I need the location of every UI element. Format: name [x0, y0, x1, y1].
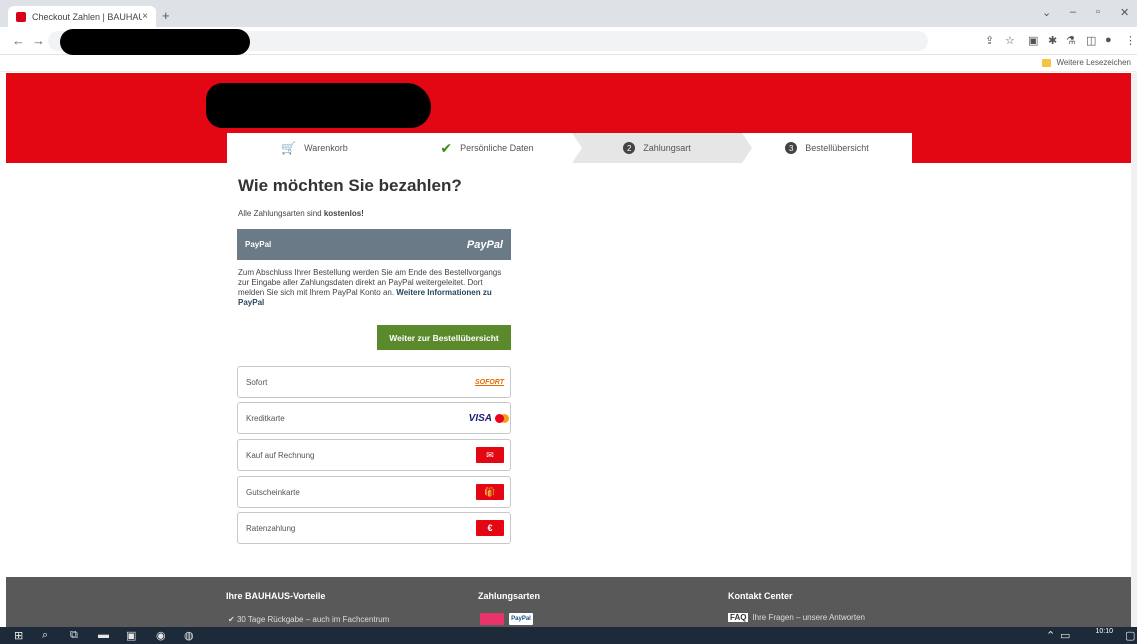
subline-bold: kostenlos! [323, 209, 364, 218]
option-label: Kreditkarte [246, 413, 285, 423]
step-label: Bestellübersicht [805, 143, 869, 153]
taskbar-clock[interactable]: 10:10 [1095, 628, 1113, 636]
continue-to-summary-button[interactable]: Weiter zur Bestellübersicht [377, 325, 511, 350]
step-warenkorb[interactable]: 🛒 Warenkorb [227, 133, 412, 163]
minimize-icon[interactable]: – [1070, 6, 1076, 18]
paypal-badge-icon: PayPal [509, 613, 533, 625]
clock-time: 10:10 [1095, 628, 1113, 635]
windows-taskbar: ⊞ ⌕ ⧉ ▬ ▣ ◉ ◍ ⌃ ▭ 10:10 ▢ [0, 627, 1137, 644]
gift-card-icon: 🎁 [476, 484, 504, 500]
step-arrow [402, 133, 412, 163]
faq-text: Ihre Fragen – unsere Antworten [752, 613, 865, 622]
step-persoenliche-daten[interactable]: ✔ Persönliche Daten [402, 133, 582, 163]
step-arrow [742, 133, 752, 163]
payment-option-kreditkarte[interactable]: Kreditkarte VISA [237, 402, 511, 434]
visa-mastercard-icon: VISA [469, 410, 504, 426]
share-icon[interactable]: ⇪ [985, 34, 994, 47]
option-label: Ratenzahlung [246, 523, 296, 533]
subline-text: Alle Zahlungsarten sind [238, 209, 324, 218]
extensions-puzzle-icon[interactable]: ✱ [1048, 34, 1057, 47]
installment-euro-icon: € [476, 520, 504, 536]
payment-option-ratenzahlung[interactable]: Ratenzahlung € [237, 512, 511, 544]
step-number: 3 [785, 142, 798, 154]
browser-toolbar: ← → ⇪ ☆ ▣ ✱ ⚗ ◫ ● ⋮ [0, 27, 1137, 55]
bookmark-star-icon[interactable]: ☆ [1005, 34, 1015, 47]
tab-title: Checkout Zahlen | BAUHAUS [32, 11, 143, 22]
sofort-logo-icon: SOFORT [474, 378, 504, 386]
lab-icon[interactable]: ⚗ [1066, 34, 1076, 47]
search-icon[interactable]: ⌕ [42, 629, 48, 642]
tab-close-icon[interactable]: × [142, 11, 148, 22]
edge-icon[interactable]: ◉ [156, 629, 166, 642]
close-window-icon[interactable]: ✕ [1120, 6, 1129, 19]
paypal-description: Zum Abschluss Ihrer Bestellung werden Si… [238, 268, 510, 308]
step-bestelluebersicht: 3 Bestellübersicht [742, 133, 912, 163]
checkout-stepper: 🛒 Warenkorb ✔ Persönliche Daten 2 Zahlun… [227, 133, 912, 163]
extension-icon[interactable]: ▣ [1028, 34, 1038, 47]
option-label: Gutscheinkarte [246, 487, 300, 497]
folder-icon [1042, 58, 1052, 67]
step-arrow [572, 133, 582, 163]
forward-icon[interactable]: → [32, 33, 45, 48]
payment-option-sofort[interactable]: Sofort SOFORT [237, 366, 511, 398]
site-footer: Ihre BAUHAUS-Vorteile ✔ 30 Tage Rückgabe… [6, 577, 1134, 627]
step-label: Persönliche Daten [460, 143, 534, 153]
footer-heading-payment: Zahlungsarten [478, 591, 541, 601]
browser-tab-bar: Checkout Zahlen | BAUHAUS × + ⌄ – ▫ ✕ [0, 0, 1137, 27]
back-icon[interactable]: ← [12, 33, 25, 48]
footer-heading-advantages: Ihre BAUHAUS-Vorteile [226, 591, 326, 601]
redacted-url [60, 29, 250, 55]
advantage-text: 30 Tage Rückgabe – auch im Fachcentrum [236, 615, 390, 624]
network-icon[interactable]: ▭ [1060, 629, 1070, 642]
invoice-envelope-icon: ✉ [476, 447, 504, 463]
menu-dots-icon[interactable]: ⋮ [1125, 34, 1136, 47]
chrome-icon[interactable]: ◍ [184, 629, 194, 642]
notification-icon[interactable]: ▢ [1125, 629, 1135, 642]
system-tray-icon[interactable]: ⌃ [1046, 629, 1055, 642]
new-tab-button[interactable]: + [162, 8, 170, 23]
page-scrollbar[interactable] [1131, 73, 1137, 627]
browser-tab[interactable]: Checkout Zahlen | BAUHAUS × [8, 6, 156, 27]
page-title: Wie möchten Sie bezahlen? [238, 176, 462, 195]
visa-text: VISA [468, 412, 492, 424]
teams-icon[interactable]: ▣ [126, 629, 136, 642]
task-view-icon[interactable]: ⧉ [70, 629, 78, 642]
cart-icon: 🛒 [281, 141, 297, 155]
check-icon: ✔ [440, 139, 453, 156]
step-label: Zahlungsart [643, 143, 691, 153]
footer-advantage-item: ✔ 30 Tage Rückgabe – auch im Fachcentrum [228, 615, 390, 624]
paypal-option-selected[interactable]: PayPal PayPal [237, 229, 511, 260]
payment-option-rechnung[interactable]: Kauf auf Rechnung ✉ [237, 439, 511, 471]
option-label: Sofort [246, 377, 268, 387]
footer-heading-contact: Kontakt Center [728, 591, 793, 601]
payment-option-gutscheinkarte[interactable]: Gutscheinkarte 🎁 [237, 476, 511, 508]
faq-link[interactable]: FAQ Ihre Fragen – unsere Antworten [728, 613, 865, 622]
paypal-logo-icon: PayPal [467, 239, 503, 251]
bauhaus-favicon-icon [16, 11, 26, 22]
faq-icon: FAQ [728, 613, 749, 622]
tab-search-icon[interactable]: ⌄ [1042, 6, 1051, 19]
step-number: 2 [623, 142, 636, 154]
paypal-label: PayPal [245, 240, 272, 249]
mastercard-icon [495, 413, 504, 423]
bookmark-label: Weitere Lesezeichen [1056, 58, 1131, 67]
bookmark-folder[interactable]: Weitere Lesezeichen [1042, 58, 1131, 67]
file-explorer-icon[interactable]: ▬ [98, 629, 109, 641]
address-bar[interactable] [48, 29, 928, 55]
payment-free-note: Alle Zahlungsarten sind kostenlos! [238, 209, 364, 218]
step-zahlungsart: 2 Zahlungsart [572, 133, 752, 163]
windows-start-icon[interactable]: ⊞ [14, 629, 23, 642]
paypal-logo-text: PayPal [466, 238, 503, 251]
option-label: Kauf auf Rechnung [246, 450, 315, 460]
restore-icon[interactable]: ▫ [1096, 6, 1100, 18]
klarna-badge-icon [480, 613, 504, 625]
profile-icon[interactable]: ● [1105, 34, 1112, 46]
sidepanel-icon[interactable]: ◫ [1086, 34, 1096, 47]
bookmarks-bar: Weitere Lesezeichen [0, 55, 1137, 72]
step-label: Warenkorb [304, 143, 348, 153]
redacted-logo [206, 83, 431, 128]
